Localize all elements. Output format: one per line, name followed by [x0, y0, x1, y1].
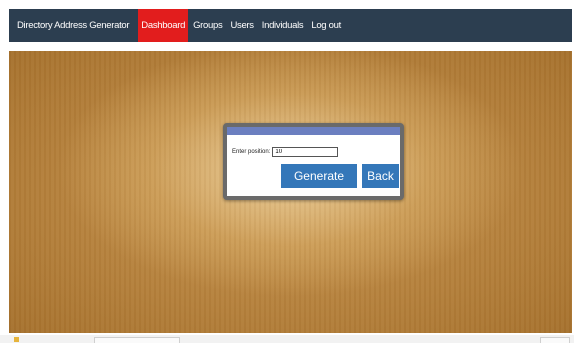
position-label: Enter position:: [232, 149, 271, 155]
folder-icon: [14, 337, 19, 342]
top-navbar: Directory Address Generator Dashboard Gr…: [9, 9, 572, 42]
nav-users[interactable]: Users: [227, 9, 256, 42]
dialog-header: [227, 127, 400, 135]
back-button[interactable]: Back: [362, 164, 399, 188]
taskbar-item[interactable]: [540, 337, 570, 343]
nav-log-out[interactable]: Log out: [308, 9, 344, 42]
generate-button[interactable]: Generate: [281, 164, 357, 188]
page: Directory Address Generator Dashboard Gr…: [0, 0, 574, 343]
bottom-toolbar-strip: [0, 335, 574, 343]
nav-individuals[interactable]: Individuals: [259, 9, 307, 42]
nav-dashboard[interactable]: Dashboard: [138, 9, 189, 42]
position-input[interactable]: [272, 147, 339, 157]
taskbar-item[interactable]: [94, 337, 180, 343]
nav-groups[interactable]: Groups: [190, 9, 225, 42]
app-brand[interactable]: Directory Address Generator: [17, 20, 130, 31]
position-row: Enter position:: [232, 147, 339, 157]
position-dialog: Enter position: Generate Back: [223, 123, 404, 200]
